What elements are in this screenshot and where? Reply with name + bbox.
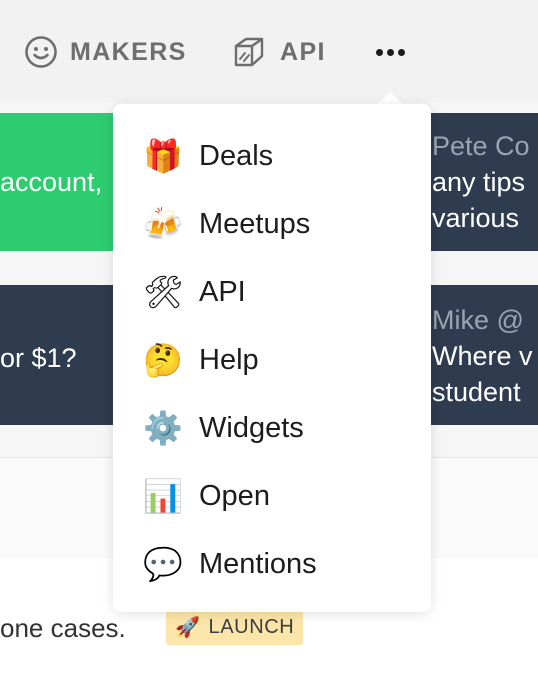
post-text: one cases. (0, 613, 126, 643)
launch-badge-label: LAUNCH (208, 615, 295, 638)
smiley-icon (25, 36, 57, 68)
dark-card-text: or $1? (0, 343, 77, 373)
menu-item-deals[interactable]: 🎁 Deals (143, 130, 273, 182)
rocket-icon: 🚀 (175, 616, 201, 639)
gear-icon: ⚙️ (143, 410, 183, 446)
menu-caret (378, 92, 402, 104)
speech-bubble-icon: 💬 (143, 546, 183, 582)
comment-line: various (432, 203, 520, 233)
comment-line: Where v (432, 341, 533, 371)
menu-item-label: Open (199, 479, 270, 512)
comment-author: Pete Co (432, 131, 530, 161)
green-card-text: account, (0, 167, 103, 197)
menu-item-open[interactable]: 📊 Open (143, 470, 270, 522)
gift-icon: 🎁 (143, 138, 183, 174)
nav-makers[interactable]: MAKERS (24, 32, 187, 72)
more-menu-button[interactable] (370, 36, 410, 68)
more-dots-icon (375, 48, 383, 56)
menu-item-mentions[interactable]: 💬 Mentions (143, 538, 317, 590)
menu-item-label: Help (199, 343, 259, 376)
launch-badge[interactable]: 🚀 LAUNCH (166, 609, 304, 645)
nav-api[interactable]: API (232, 32, 326, 72)
more-dot (386, 48, 394, 56)
menu-item-meetups[interactable]: 🍻 Meetups (143, 198, 310, 250)
comment-line: any tips (432, 167, 526, 197)
menu-item-label: Mentions (199, 547, 317, 580)
menu-item-help[interactable]: 🤔 Help (143, 334, 259, 386)
more-dot (397, 48, 405, 56)
menu-item-widgets[interactable]: ⚙️ Widgets (143, 402, 304, 454)
top-nav: MAKERS API (0, 0, 538, 102)
menu-item-api[interactable]: 🛠 API (143, 266, 246, 318)
menu-item-label: Deals (199, 139, 274, 172)
comment-author: Mike @ (432, 305, 524, 335)
cube-icon (234, 37, 264, 67)
menu-item-label: Widgets (199, 411, 304, 444)
tools-icon: 🛠 (143, 274, 184, 310)
nav-makers-label: MAKERS (70, 37, 187, 66)
bar-chart-icon: 📊 (143, 478, 183, 514)
comment-card-top[interactable]: Pete Co any tips various (428, 113, 538, 251)
more-dropdown-menu: 🎁 Deals 🍻 Meetups 🛠 API 🤔 Help ⚙️ Widget… (113, 104, 431, 612)
beer-mugs-icon: 🍻 (143, 206, 183, 242)
menu-item-label: API (199, 275, 246, 308)
nav-api-label: API (280, 37, 326, 66)
comment-line: student (432, 377, 521, 407)
thinking-face-icon: 🤔 (143, 342, 183, 378)
menu-item-label: Meetups (199, 207, 311, 240)
